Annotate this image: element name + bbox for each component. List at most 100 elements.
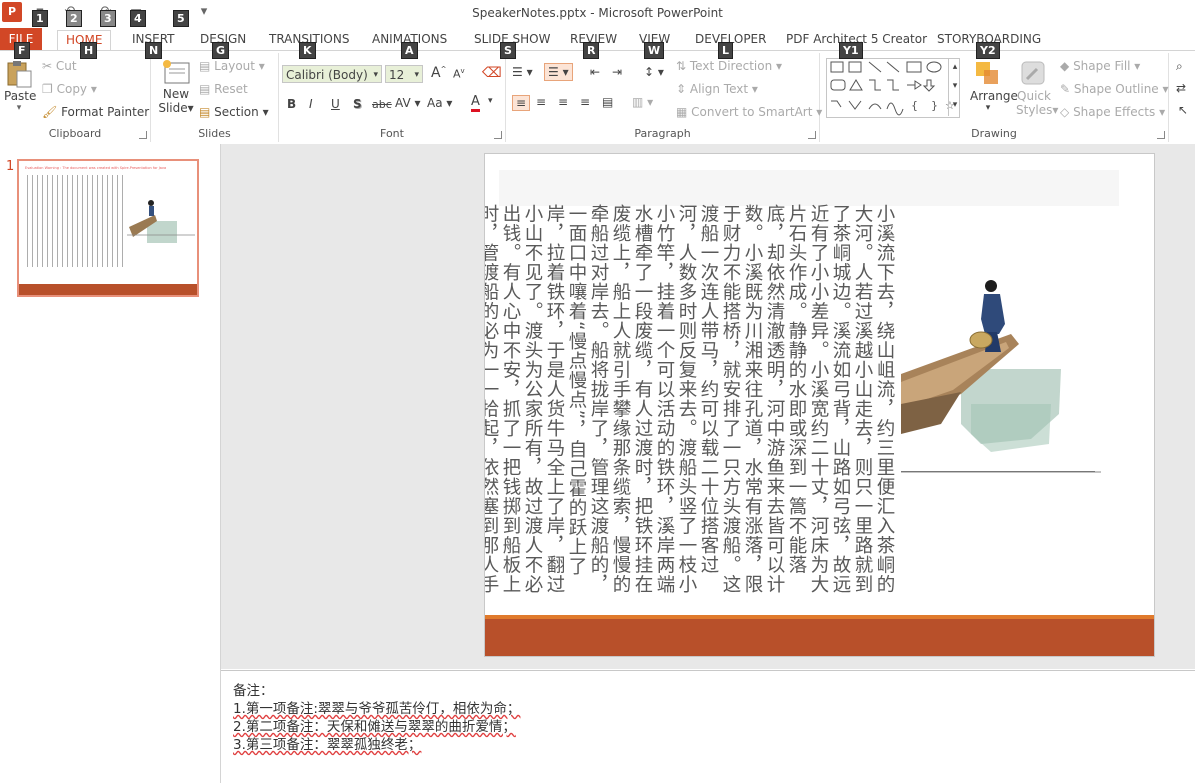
shapes-scroll-icon[interactable]: ▴ ▾ ▾: [948, 58, 961, 116]
slide-canvas[interactable]: 小溪流下去，绕山岨流，约三里便汇入茶峒的大河。人若过溪越小山走去，则只一里路就到…: [484, 153, 1155, 657]
character-spacing-icon[interactable]: AV ▾: [395, 96, 421, 110]
new-slide-label-2: Slide: [158, 101, 188, 115]
columns-icon[interactable]: ▥ ▾: [632, 95, 653, 109]
font-name-combobox[interactable]: Calibri (Body) ▾: [282, 65, 382, 83]
notes-line-1: 1.第一项备注:翠翠与爷爷孤苦伶仃，相依为命；: [233, 701, 521, 717]
slide-body-text[interactable]: 小溪流下去，绕山岨流，约三里便汇入茶峒的大河。人若过溪越小山走去，则只一里路就到…: [485, 204, 895, 594]
font-color-dropdown-icon[interactable]: ▾: [488, 96, 493, 106]
font-name-value: Calibri (Body): [286, 68, 368, 82]
drawing-launcher-icon[interactable]: [1157, 131, 1165, 139]
text-direction-label: Text Direction: [689, 59, 773, 73]
reset-button[interactable]: ▤ Reset: [199, 82, 248, 96]
keytip-transitions: K: [299, 42, 316, 59]
keytip-developer: L: [718, 42, 734, 59]
convert-smartart-button[interactable]: ▦ Convert to SmartArt ▾: [676, 105, 822, 119]
slides-group: New Slide▾ ▤ Layout ▾ ▤ Reset ▤ Section …: [151, 53, 279, 142]
keytip-animations: A: [401, 42, 418, 59]
shape-effects-button[interactable]: ◇ Shape Effects ▾: [1060, 105, 1165, 119]
keytip-pdf-architect: Y1: [839, 42, 863, 59]
find-icon[interactable]: ⌕: [1176, 59, 1183, 74]
keytip-home: H: [80, 42, 98, 59]
strikethrough-icon[interactable]: abc: [372, 98, 392, 111]
reset-label: Reset: [214, 82, 248, 96]
line-spacing-icon[interactable]: ↕ ▾: [644, 65, 664, 79]
arrange-icon: [976, 62, 998, 84]
change-case-icon[interactable]: Aa ▾: [427, 96, 452, 110]
convert-smartart-label: Convert to SmartArt: [691, 105, 813, 119]
quick-styles-label-2: Styles: [1016, 103, 1053, 117]
increase-indent-icon[interactable]: ⇥: [612, 65, 622, 79]
keytip-qat-3: 3: [100, 10, 116, 27]
underline-icon[interactable]: U: [331, 97, 340, 111]
keytip-qat-1: 1: [32, 10, 48, 27]
shape-outline-button[interactable]: ✎ Shape Outline ▾: [1060, 82, 1169, 96]
paragraph-group: ☰ ▾ ☰ ▾ ⇤ ⇥ ↕ ▾ ⇅ Text Direction ▾ ⇕ Ali…: [506, 53, 822, 142]
increase-font-icon[interactable]: A^: [431, 65, 446, 81]
layout-button[interactable]: ▤ Layout ▾: [199, 59, 265, 73]
thumbnail-footer-bar: [19, 284, 197, 295]
boat-woman-illustration: [901, 280, 1101, 473]
align-left-icon[interactable]: ≡: [512, 95, 531, 111]
new-slide-label-1: New: [162, 87, 190, 101]
format-painter-label: Format Painter: [61, 105, 150, 119]
cut-button[interactable]: ✂ Cut: [42, 59, 77, 73]
shapes-gallery[interactable]: {} ☆: [826, 58, 960, 118]
paste-button[interactable]: Paste ▾: [4, 59, 36, 113]
keytip-review: R: [583, 42, 600, 59]
distributed-icon[interactable]: ▤: [602, 95, 613, 109]
shape-effects-label: Shape Effects: [1073, 105, 1156, 119]
copy-button[interactable]: ❐ Copy ▾: [42, 82, 97, 96]
section-button[interactable]: ▤ Section ▾: [199, 105, 269, 119]
title-placeholder[interactable]: [499, 170, 1119, 206]
font-size-combobox[interactable]: 12 ▾: [385, 65, 423, 83]
bullets-icon[interactable]: ☰ ▾: [512, 65, 533, 79]
scissors-icon: ✂: [42, 59, 53, 73]
clipboard-group: Paste ▾ ✂ Cut ❐ Copy ▾ 🖌 Format Painter …: [0, 53, 151, 142]
shape-fill-button[interactable]: ◆ Shape Fill ▾: [1060, 59, 1140, 73]
clear-formatting-icon[interactable]: ⌫: [482, 65, 502, 81]
copy-dropdown-icon: ▾: [90, 82, 97, 96]
thumbnail-number: 1: [6, 159, 15, 174]
paint-bucket-icon: ◆: [1060, 59, 1070, 73]
paragraph-launcher-icon[interactable]: [808, 131, 816, 139]
align-center-icon[interactable]: ≡: [536, 95, 546, 109]
section-icon: ▤: [199, 105, 211, 119]
keytip-view: W: [644, 42, 665, 59]
select-icon[interactable]: ↖: [1178, 103, 1188, 117]
font-group: Calibri (Body) ▾ 12 ▾ A^ Av ⌫ B I U S abc …: [279, 53, 506, 142]
font-name-dropdown-icon: ▾: [373, 70, 378, 80]
text-direction-button[interactable]: ⇅ Text Direction ▾: [676, 59, 782, 73]
italic-icon[interactable]: I: [309, 97, 313, 111]
paste-dropdown-icon[interactable]: ▾: [4, 103, 34, 113]
new-slide-button[interactable]: New Slide▾: [157, 59, 195, 115]
decrease-font-icon[interactable]: Av: [453, 67, 465, 81]
justify-icon[interactable]: ≡: [580, 95, 590, 109]
slide-thumbnail-1[interactable]: Evaluation Warning : The document was cr…: [17, 159, 199, 297]
align-text-button[interactable]: ⇕ Align Text ▾: [676, 82, 758, 96]
keytip-slide-show: S: [500, 42, 516, 59]
font-launcher-icon[interactable]: [494, 131, 502, 139]
format-painter-button[interactable]: 🖌 Format Painter: [42, 105, 149, 119]
bold-icon[interactable]: B: [287, 97, 296, 111]
section-label: Section: [214, 105, 259, 119]
ribbon: Paste ▾ ✂ Cut ❐ Copy ▾ 🖌 Format Painter …: [0, 50, 1195, 145]
svg-text:{: {: [911, 99, 918, 112]
clipboard-launcher-icon[interactable]: [139, 131, 147, 139]
font-group-label: Font: [380, 127, 404, 140]
thumbnail-warning-text: Evaluation Warning : The document was cr…: [25, 166, 167, 170]
smartart-icon: ▦: [676, 105, 688, 119]
pencil-icon: ✎: [1060, 82, 1071, 96]
decrease-indent-icon[interactable]: ⇤: [590, 65, 600, 79]
numbering-icon[interactable]: ☰ ▾: [544, 63, 573, 81]
replace-icon[interactable]: ⇄: [1176, 81, 1186, 95]
shapes-gallery-icon: {} ☆: [830, 61, 955, 116]
notes-pane[interactable]: 备注： 1.第一项备注:翠翠与爷爷孤苦伶仃，相依为命； 2.第二项备注：天保和傩…: [221, 670, 1195, 784]
align-right-icon[interactable]: ≡: [558, 95, 568, 109]
text-shadow-icon[interactable]: S: [353, 97, 362, 111]
arrange-button[interactable]: Arrange ▾: [970, 59, 1018, 113]
font-color-icon[interactable]: A: [471, 95, 480, 112]
quick-styles-button[interactable]: Quick Styles▾: [1016, 59, 1058, 117]
keytip-insert: N: [145, 42, 163, 59]
shape-fill-label: Shape Fill: [1073, 59, 1131, 73]
new-slide-icon: [163, 60, 190, 84]
